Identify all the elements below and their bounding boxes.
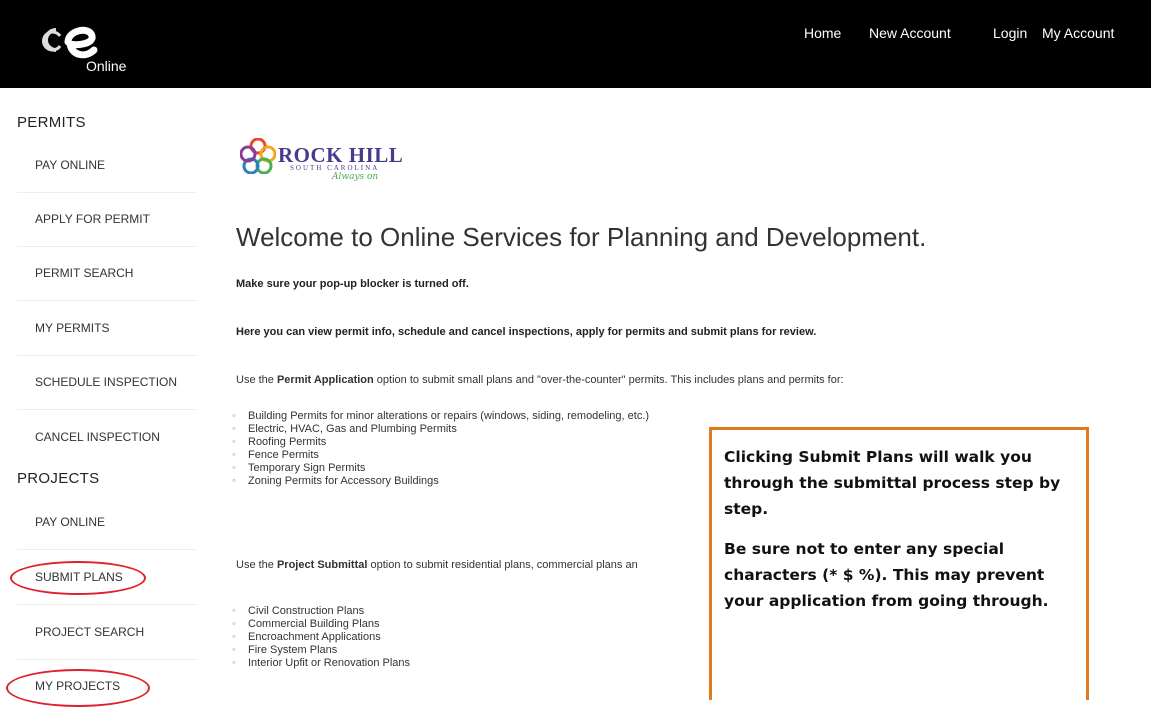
projects-heading: PROJECTS bbox=[17, 470, 100, 487]
submit-plans-callout: Clicking Submit Plans will walk you thro… bbox=[709, 427, 1089, 700]
list-item: Temporary Sign Permits bbox=[232, 462, 649, 475]
permits-heading: PERMITS bbox=[17, 114, 86, 131]
popup-note: Make sure your pop-up blocker is turned … bbox=[236, 278, 469, 290]
sidebar-cancel-inspection[interactable]: CANCEL INSPECTION bbox=[17, 410, 197, 464]
list-item: Electric, HVAC, Gas and Plumbing Permits bbox=[232, 423, 649, 436]
nav-home[interactable]: Home bbox=[804, 25, 841, 41]
callout-line-1: Clicking Submit Plans will walk you thro… bbox=[724, 448, 1061, 518]
logo-label: Online bbox=[86, 58, 127, 74]
sidebar-permit-search[interactable]: PERMIT SEARCH bbox=[17, 246, 197, 301]
sidebar-permits-pay-online[interactable]: PAY ONLINE bbox=[17, 138, 197, 193]
sidebar-apply-for-permit[interactable]: APPLY FOR PERMIT bbox=[17, 192, 197, 247]
top-navbar: Online Home New Account Login My Account bbox=[0, 0, 1151, 88]
nav-new-account[interactable]: New Account bbox=[869, 25, 951, 41]
submit-plans-highlight bbox=[10, 561, 146, 595]
rock-hill-flower-icon bbox=[240, 138, 276, 174]
list-item: Building Permits for minor alterations o… bbox=[232, 410, 649, 423]
nav-login[interactable]: Login bbox=[993, 25, 1027, 41]
sidebar-project-search[interactable]: PROJECT SEARCH bbox=[17, 605, 197, 660]
brand-state: SOUTH CAROLINA bbox=[290, 164, 380, 172]
list-item: Civil Construction Plans bbox=[232, 605, 410, 618]
nav-my-account[interactable]: My Account bbox=[1042, 25, 1114, 41]
project-submittal-text: Use the Project Submittal option to subm… bbox=[236, 559, 638, 571]
sidebar-projects-pay-online[interactable]: PAY ONLINE bbox=[17, 495, 197, 550]
list-item: Commercial Building Plans bbox=[232, 618, 410, 631]
permit-list: Building Permits for minor alterations o… bbox=[232, 410, 649, 488]
list-item: Encroachment Applications bbox=[232, 631, 410, 644]
my-projects-highlight bbox=[6, 669, 150, 707]
project-list: Civil Construction Plans Commercial Buil… bbox=[232, 605, 410, 670]
sidebar-schedule-inspection[interactable]: SCHEDULE INSPECTION bbox=[17, 355, 197, 410]
permit-application-text: Use the Permit Application option to sub… bbox=[236, 374, 844, 386]
list-item: Fire System Plans bbox=[232, 644, 410, 657]
intro-text: Here you can view permit info, schedule … bbox=[236, 326, 817, 338]
list-item: Zoning Permits for Accessory Buildings bbox=[232, 475, 649, 488]
page-title: Welcome to Online Services for Planning … bbox=[236, 222, 927, 252]
callout-line-2: Be sure not to enter any special charact… bbox=[724, 540, 1049, 610]
list-item: Roofing Permits bbox=[232, 436, 649, 449]
list-item: Interior Upfit or Renovation Plans bbox=[232, 657, 410, 670]
list-item: Fence Permits bbox=[232, 449, 649, 462]
sidebar-my-permits[interactable]: MY PERMITS bbox=[17, 301, 197, 356]
brand-tagline: Always on bbox=[332, 172, 379, 182]
